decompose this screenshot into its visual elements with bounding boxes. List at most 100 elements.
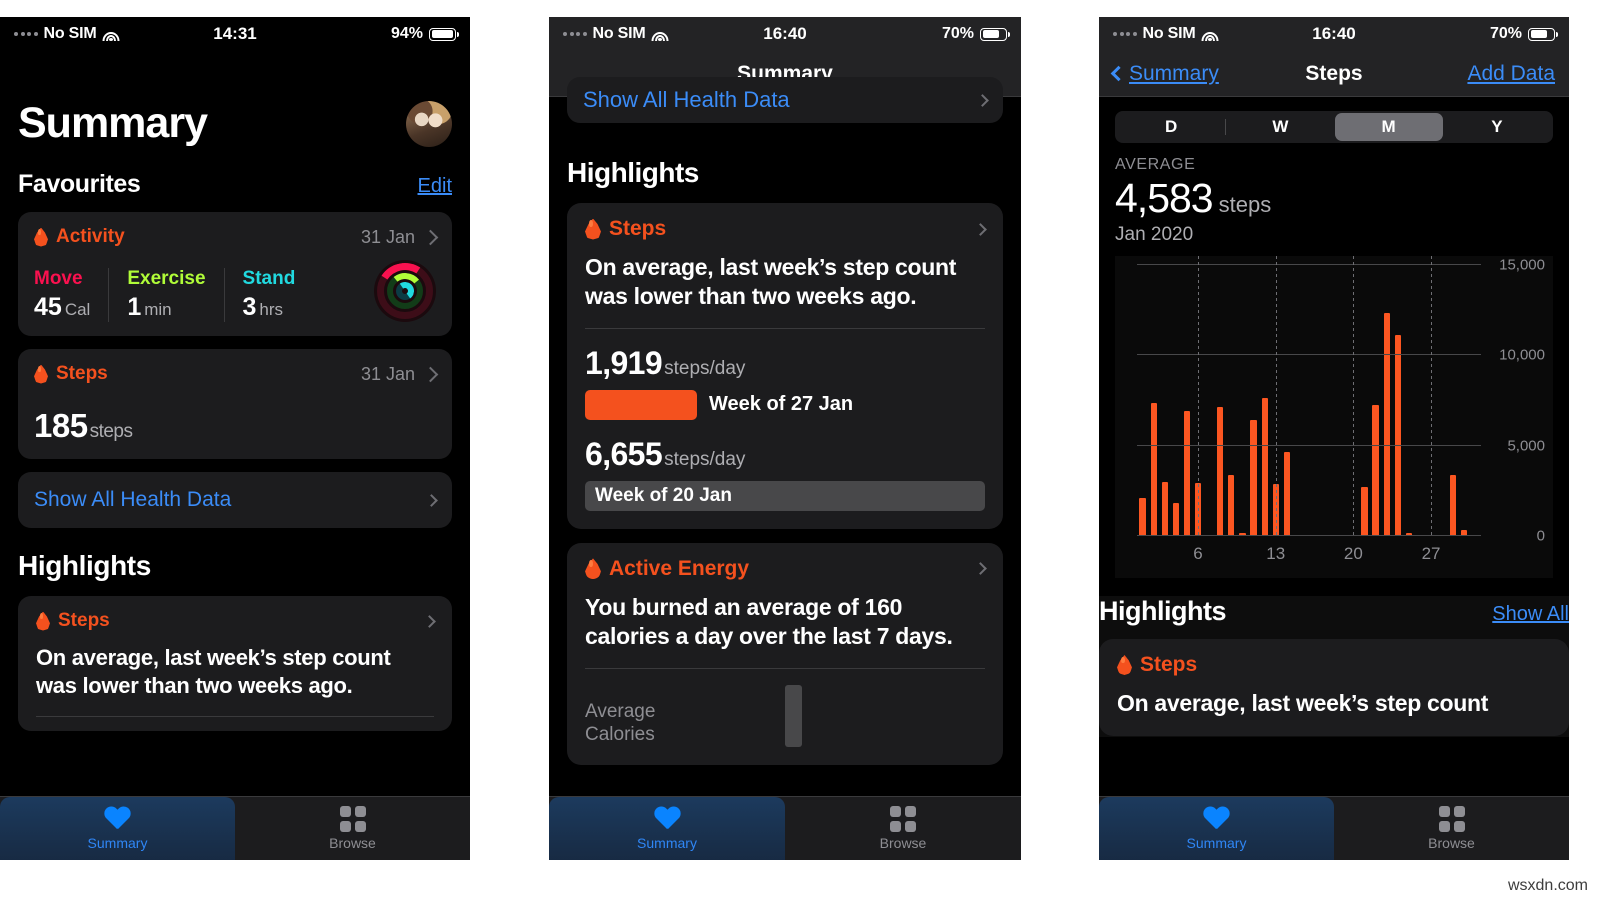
highlights-steps-header: Steps — [1117, 653, 1551, 677]
highlights-steps-card[interactable]: Steps On average, last week’s step count — [1099, 639, 1569, 737]
highlights-steps-header: Steps — [36, 610, 436, 632]
highlights-title: Highlights — [18, 550, 151, 581]
chart-bar — [1283, 452, 1290, 536]
nav-bar: Summary Steps Add Data — [1099, 51, 1569, 97]
steps-row-1-value: 1,919 steps/day — [585, 345, 985, 382]
metric-exercise: Exercise 1 min — [108, 268, 223, 322]
flame-icon — [585, 219, 601, 240]
flame-icon — [585, 558, 601, 579]
highlights-steps-header: Steps — [585, 217, 987, 241]
battery-percent-label: 70% — [941, 25, 974, 42]
tab-bar: Summary Browse — [1099, 796, 1569, 860]
chevron-right-icon — [422, 366, 439, 382]
edit-button[interactable]: Edit — [418, 175, 452, 198]
flame-icon — [34, 228, 48, 247]
add-data-button[interactable]: Add Data — [1467, 62, 1555, 86]
signal-dots-icon — [1113, 32, 1137, 36]
tab-browse-label: Browse — [879, 835, 927, 851]
show-all-button[interactable]: Show All — [1492, 603, 1569, 626]
steps-card[interactable]: Steps 31 Jan 185 steps — [18, 349, 452, 459]
highlights-steps-text: On average, last week’s step count was l… — [36, 645, 391, 699]
segment-d-label: D — [1164, 117, 1178, 136]
chart-bar — [1161, 481, 1168, 536]
tab-summary[interactable]: Summary — [1099, 797, 1334, 860]
tab-summary[interactable]: Summary — [0, 797, 235, 860]
chart-bar — [1394, 334, 1401, 536]
metric-stand-unit: hrs — [259, 300, 284, 319]
carrier-label: No SIM — [1142, 25, 1196, 42]
chevron-right-icon — [425, 493, 438, 507]
activity-metrics: Move 45 Cal Exercise 1 min Stand 3 hrs — [34, 257, 439, 325]
steps-bar-chart[interactable]: 0 5,000 10,000 15,000 6 13 20 27 — [1115, 256, 1553, 578]
chart-x-tick-label: 13 — [1266, 544, 1286, 563]
segment-w[interactable]: W — [1226, 113, 1334, 141]
highlights-steps-title: Steps — [58, 610, 110, 631]
highlights-steps-card[interactable]: Steps On average, last week’s step count… — [18, 596, 452, 732]
show-all-health-data-row[interactable]: Show All Health Data — [567, 77, 1003, 123]
segment-y[interactable]: Y — [1443, 113, 1551, 141]
carrier-label: No SIM — [43, 25, 97, 42]
chart-bar — [1250, 420, 1257, 536]
metric-exercise-label: Exercise — [127, 268, 206, 289]
average-label: AVERAGE — [1115, 156, 1196, 173]
period-label: Jan 2020 — [1115, 224, 1194, 245]
show-all-health-data-label: Show All Health Data — [583, 87, 790, 112]
average-value: 4,583 steps — [1115, 175, 1553, 222]
tab-summary-label: Summary — [1186, 834, 1247, 851]
range-segmented-control[interactable]: D W M Y — [1115, 111, 1553, 143]
status-bar-left: No SIM — [563, 25, 669, 43]
steps-card-header: Steps 31 Jan — [34, 363, 439, 385]
chart-bar — [1383, 312, 1390, 536]
chart-gridline — [1137, 444, 1481, 446]
chart-bar — [1261, 397, 1268, 536]
back-button[interactable]: Summary — [1110, 61, 1219, 86]
status-bar: No SIM 14:31 94% — [0, 17, 470, 51]
active-energy-card[interactable]: Active Energy You burned an average of 1… — [567, 542, 1003, 765]
show-all-health-data-row[interactable]: Show All Health Data — [18, 472, 452, 528]
segment-m-label: M — [1381, 117, 1396, 136]
grid-icon — [1438, 806, 1465, 832]
favourites-header: Favourites Edit — [18, 170, 452, 199]
tab-browse[interactable]: Browse — [235, 797, 470, 860]
grid-icon — [890, 806, 916, 832]
chart-bar — [1172, 503, 1179, 536]
steps-row-1-bar-fill — [585, 389, 697, 420]
tab-browse[interactable]: Browse — [785, 797, 1021, 860]
add-data-label: Add Data — [1467, 61, 1555, 85]
metric-move-number: 45 — [34, 293, 62, 321]
back-button-label: Summary — [1129, 61, 1219, 85]
chart-vertical-gridline — [1198, 256, 1200, 536]
wifi-icon — [1201, 28, 1219, 41]
segment-w-label: W — [1272, 117, 1289, 136]
activity-card-title: Activity — [56, 226, 125, 247]
highlights-steps-card[interactable]: Steps On average, last week’s step count… — [567, 203, 1003, 529]
active-energy-caption-line2: Calories — [585, 723, 655, 745]
summary-scroll-body: Show All Health Data Highlights Steps On… — [549, 77, 1021, 765]
battery-icon — [1528, 27, 1558, 41]
activity-card[interactable]: Activity 31 Jan Move 45 Cal Exercise 1 min… — [18, 212, 452, 336]
active-energy-caption-line1: Average — [585, 701, 656, 723]
metric-exercise-value: 1 min — [127, 293, 205, 322]
chevron-right-icon — [974, 562, 987, 576]
highlights-steps-text: On average, last week’s step count was l… — [585, 254, 957, 310]
steps-row-2-unit: steps/day — [664, 448, 746, 470]
chart-vertical-gridline — [1353, 256, 1355, 536]
tab-summary-label: Summary — [637, 834, 697, 851]
active-energy-caption: Average Calories — [585, 701, 655, 747]
steps-card-value: 185 steps — [34, 407, 436, 445]
highlights-title: Highlights — [567, 157, 699, 188]
steps-row-2-value: 6,655 steps/day — [585, 436, 985, 473]
avatar[interactable] — [406, 100, 452, 147]
steps-row-1-number: 1,919 — [585, 344, 663, 381]
highlights-section: Highlights Show All Steps On average, la… — [1099, 596, 1569, 738]
steps-row-1-bar-label: Week of 27 Jan — [709, 393, 854, 416]
segment-d[interactable]: D — [1117, 113, 1225, 141]
tab-summary[interactable]: Summary — [549, 797, 785, 860]
chart-x-tick-label: 6 — [1193, 544, 1203, 563]
tab-browse[interactable]: Browse — [1334, 797, 1569, 860]
chart-bar — [1150, 403, 1157, 536]
tab-bar: Summary Browse — [549, 796, 1021, 860]
chart-gridline — [1137, 535, 1481, 536]
active-energy-text: You burned an average of 160 calories a … — [585, 593, 953, 650]
segment-m[interactable]: M — [1334, 113, 1443, 141]
